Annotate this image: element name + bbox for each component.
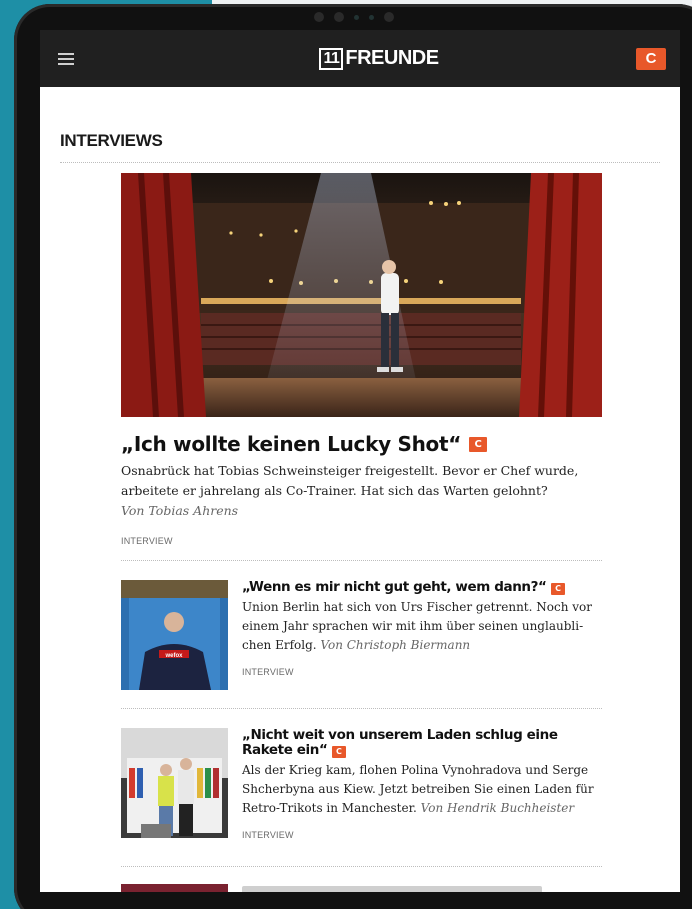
hero-teaser: Osnabrück hat Tobias Schweinsteiger frei… (121, 461, 591, 521)
svg-text:wefox: wefox (164, 653, 183, 659)
hero-title-text[interactable]: „Ich wollte keinen Lucky Shot“ (121, 432, 461, 456)
top-navbar: 11 FREUNDE C (40, 30, 680, 87)
article-body: „Nicht weit von unserem Laden schlug ein… (242, 728, 602, 841)
divider (121, 708, 602, 709)
logo-text: FREUNDE (345, 47, 439, 69)
section-title: INTERVIEWS (60, 131, 163, 150)
premium-badge: C (469, 436, 488, 452)
article-title-text[interactable]: „Nicht weit von unserem Laden schlug ein… (242, 727, 558, 758)
hero-tag[interactable]: INTERVIEW (121, 536, 173, 546)
article-body: „Wenn es mir nicht gut geht, wem dann?“ … (242, 580, 602, 678)
account-button[interactable]: C (636, 47, 666, 70)
article-byline: Von Christoph Biermann (320, 638, 471, 652)
screen: 11 FREUNDE C INTERVIEWS „Ich wollte kein… (40, 30, 680, 892)
article-tag[interactable]: INTERVIEW (242, 667, 602, 677)
article-image[interactable] (121, 728, 228, 838)
divider (121, 560, 602, 561)
site-logo[interactable]: 11 FREUNDE (319, 47, 439, 70)
article-title[interactable]: „Wenn es mir nicht gut geht, wem dann?“ … (242, 580, 602, 595)
next-article-title[interactable] (242, 886, 542, 892)
article-teaser: Als der Krieg kam, flohen Polina Vynohra… (242, 761, 602, 818)
article-byline: Von Hendrik Buchheister (420, 801, 575, 815)
camera-bar (314, 12, 394, 22)
premium-badge: C (550, 582, 565, 595)
logo-number: 11 (319, 47, 344, 70)
article-image[interactable]: wefox (121, 580, 228, 690)
next-article-image[interactable] (121, 884, 228, 892)
menu-icon[interactable] (58, 52, 74, 65)
hero-teaser-text: Osnabrück hat Tobias Schweinsteiger frei… (121, 463, 579, 498)
hero-title[interactable]: „Ich wollte keinen Lucky Shot“ C (121, 432, 488, 456)
premium-badge: C (331, 745, 346, 758)
hero-image[interactable] (121, 173, 602, 417)
divider (121, 866, 602, 867)
article-title[interactable]: „Nicht weit von unserem Laden schlug ein… (242, 728, 602, 758)
hero-byline: Von Tobias Ahrens (121, 503, 239, 518)
divider (60, 162, 660, 163)
article-tag[interactable]: INTERVIEW (242, 830, 602, 840)
article-title-text[interactable]: „Wenn es mir nicht gut geht, wem dann?“ (242, 579, 547, 595)
tablet-frame: 11 FREUNDE C INTERVIEWS „Ich wollte kein… (14, 4, 692, 909)
article-teaser: Union Berlin hat sich von Urs Fischer ge… (242, 598, 602, 655)
